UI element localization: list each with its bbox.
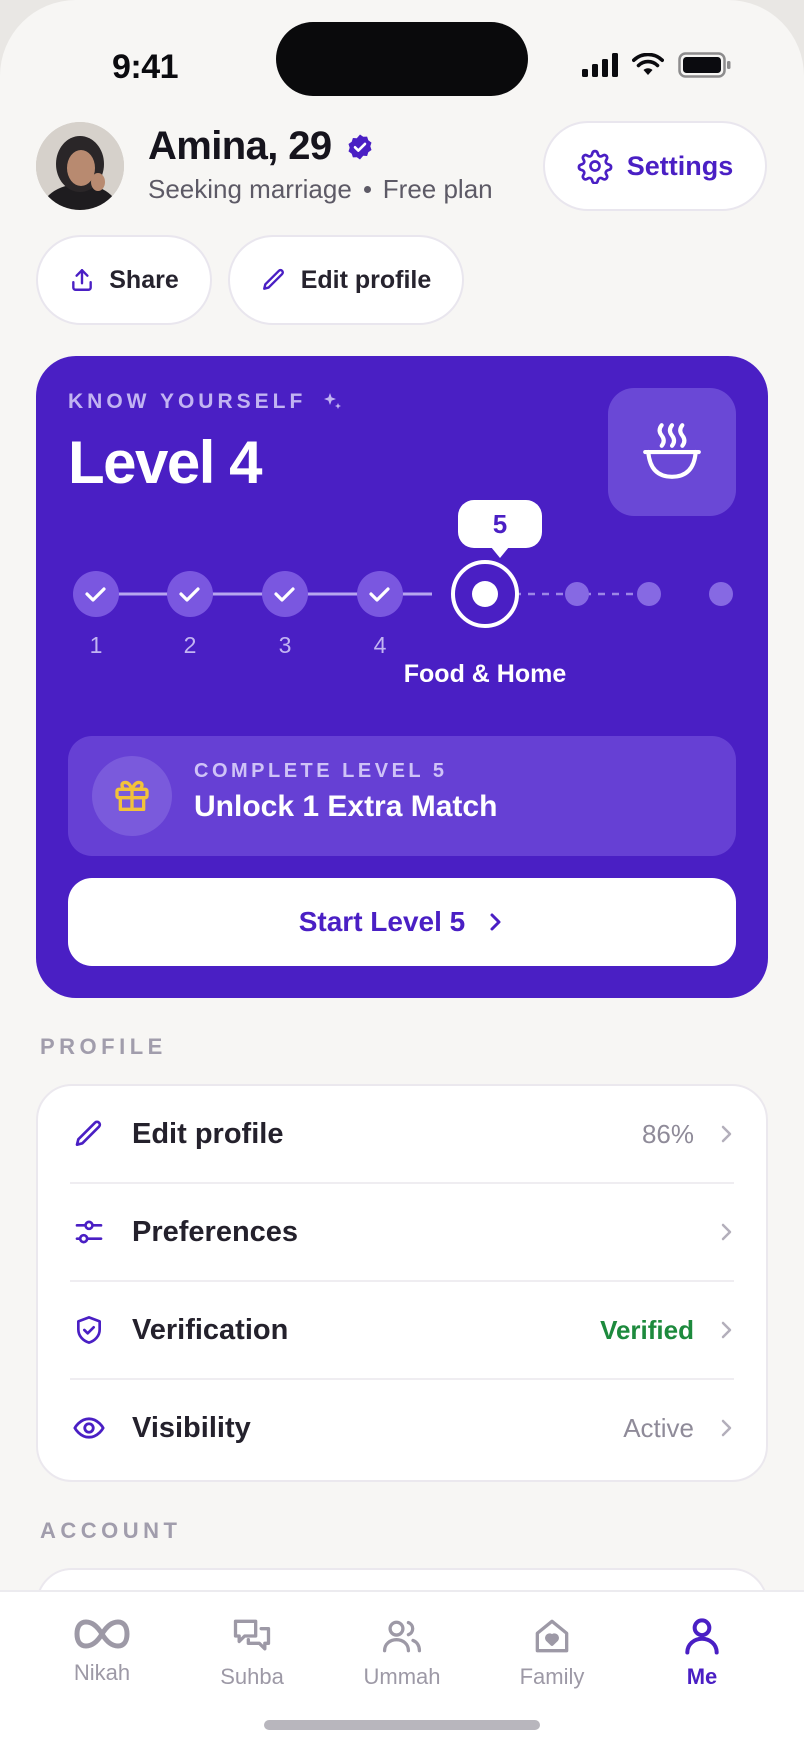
edit-profile-label: Edit profile (300, 265, 432, 294)
progress-track-graphic (73, 560, 733, 628)
start-level-button[interactable]: Start Level 5 (68, 878, 736, 966)
step-3-complete (262, 571, 308, 617)
wifi-icon (632, 53, 664, 75)
chevron-right-icon (721, 1223, 732, 1241)
current-step-name: Food & Home (403, 660, 567, 688)
share-button[interactable]: Share (36, 235, 212, 325)
profile-list: Edit profile 86% Preferences Verificatio… (36, 1084, 768, 1482)
reward-banner: COMPLETE LEVEL 5 Unlock 1 Extra Match (68, 736, 736, 856)
list-item-visibility[interactable]: Visibility Active (70, 1380, 734, 1476)
current-step-bubble: 5 (458, 500, 542, 558)
home-indicator[interactable] (264, 1720, 540, 1730)
step-1-complete (73, 571, 119, 617)
tab-label: Family (519, 1664, 585, 1689)
list-item-label: Verification (132, 1313, 289, 1346)
tab-label: Me (686, 1664, 718, 1689)
step-2-complete (167, 571, 213, 617)
gift-badge (92, 756, 172, 836)
tab-suhba[interactable]: Suhba (192, 1614, 312, 1690)
list-item-label: Edit profile (132, 1117, 284, 1150)
reward-title: Unlock 1 Extra Match (194, 790, 498, 823)
status-time: 9:41 (112, 48, 179, 86)
reward-kicker: COMPLETE LEVEL 5 (194, 760, 448, 782)
gift-icon (115, 780, 149, 811)
share-icon (72, 269, 93, 291)
profile-name-row: Amina, 29 (148, 124, 374, 169)
step-label-4: 4 (373, 632, 387, 658)
chevron-right-icon (721, 1321, 732, 1339)
sliders-icon (70, 1216, 108, 1248)
tab-label: Nikah (73, 1660, 131, 1685)
separator-dot (363, 186, 371, 193)
battery-icon (678, 52, 731, 78)
chevron-right-icon (490, 913, 501, 931)
account-section-label: ACCOUNT (40, 1518, 182, 1543)
start-level-label: Start Level 5 (298, 906, 466, 937)
people-icon (382, 1620, 422, 1653)
status-icons (582, 52, 732, 78)
profile-subline: Seeking marriage Free plan (148, 174, 493, 205)
person-icon (685, 1618, 719, 1655)
chat-bubbles-icon (233, 1619, 271, 1651)
tab-label: Suhba (220, 1664, 284, 1689)
eye-icon (70, 1411, 108, 1445)
list-item-edit-profile[interactable]: Edit profile 86% (70, 1086, 734, 1182)
home-heart-icon (535, 1619, 569, 1653)
chevron-right-icon (721, 1125, 732, 1143)
profile-name: Amina, 29 (148, 124, 332, 168)
chevron-right-icon (721, 1419, 732, 1437)
share-label: Share (109, 265, 179, 294)
tab-label: Ummah (363, 1664, 441, 1689)
pencil-icon (262, 269, 284, 290)
profile-completion-value: 86% (641, 1118, 694, 1149)
dynamic-island (276, 22, 528, 96)
cellular-signal-icon (582, 53, 618, 77)
shield-check-icon (70, 1314, 108, 1346)
tab-ummah[interactable]: Ummah (342, 1614, 462, 1690)
list-item-verification[interactable]: Verification Verified (70, 1282, 734, 1378)
profile-section-label: PROFILE (40, 1034, 167, 1059)
list-item-label: Preferences (132, 1215, 299, 1248)
list-item-preferences[interactable]: Preferences (70, 1184, 734, 1280)
avatar[interactable] (36, 122, 124, 210)
settings-label: Settings (626, 150, 734, 181)
verification-status: Verified (600, 1314, 694, 1345)
settings-button[interactable]: Settings (543, 121, 767, 211)
step-label-1: 1 (89, 632, 103, 658)
list-item-label: Visibility (132, 1411, 251, 1444)
plan-label: Free plan (382, 174, 493, 204)
verified-badge-icon (348, 134, 372, 159)
tab-family[interactable]: Family (492, 1614, 612, 1690)
relationship-status: Seeking marriage (148, 174, 352, 204)
level-progress-track: 1 2 3 4 5 Food & Home (36, 356, 768, 688)
gear-icon (577, 149, 613, 184)
step-4-complete (357, 571, 403, 617)
status-bar: 9:41 (0, 0, 804, 130)
tab-me[interactable]: Me (642, 1614, 762, 1690)
tab-nikah[interactable]: Nikah (42, 1614, 162, 1686)
phone-screen: 9:41 Amina, 29 Seeking marriage Free pla… (0, 0, 804, 1748)
avatar-photo (36, 122, 124, 210)
edit-profile-button[interactable]: Edit profile (228, 235, 464, 325)
visibility-status: Active (623, 1412, 694, 1443)
infinity-icon (74, 1619, 130, 1649)
step-label-3: 3 (278, 632, 292, 658)
step-5-current (451, 560, 519, 628)
pencil-icon (70, 1118, 108, 1150)
level-card: KNOW YOURSELF Level 4 1 2 3 4 5 Food & H… (36, 356, 768, 998)
step-label-2: 2 (183, 632, 197, 658)
